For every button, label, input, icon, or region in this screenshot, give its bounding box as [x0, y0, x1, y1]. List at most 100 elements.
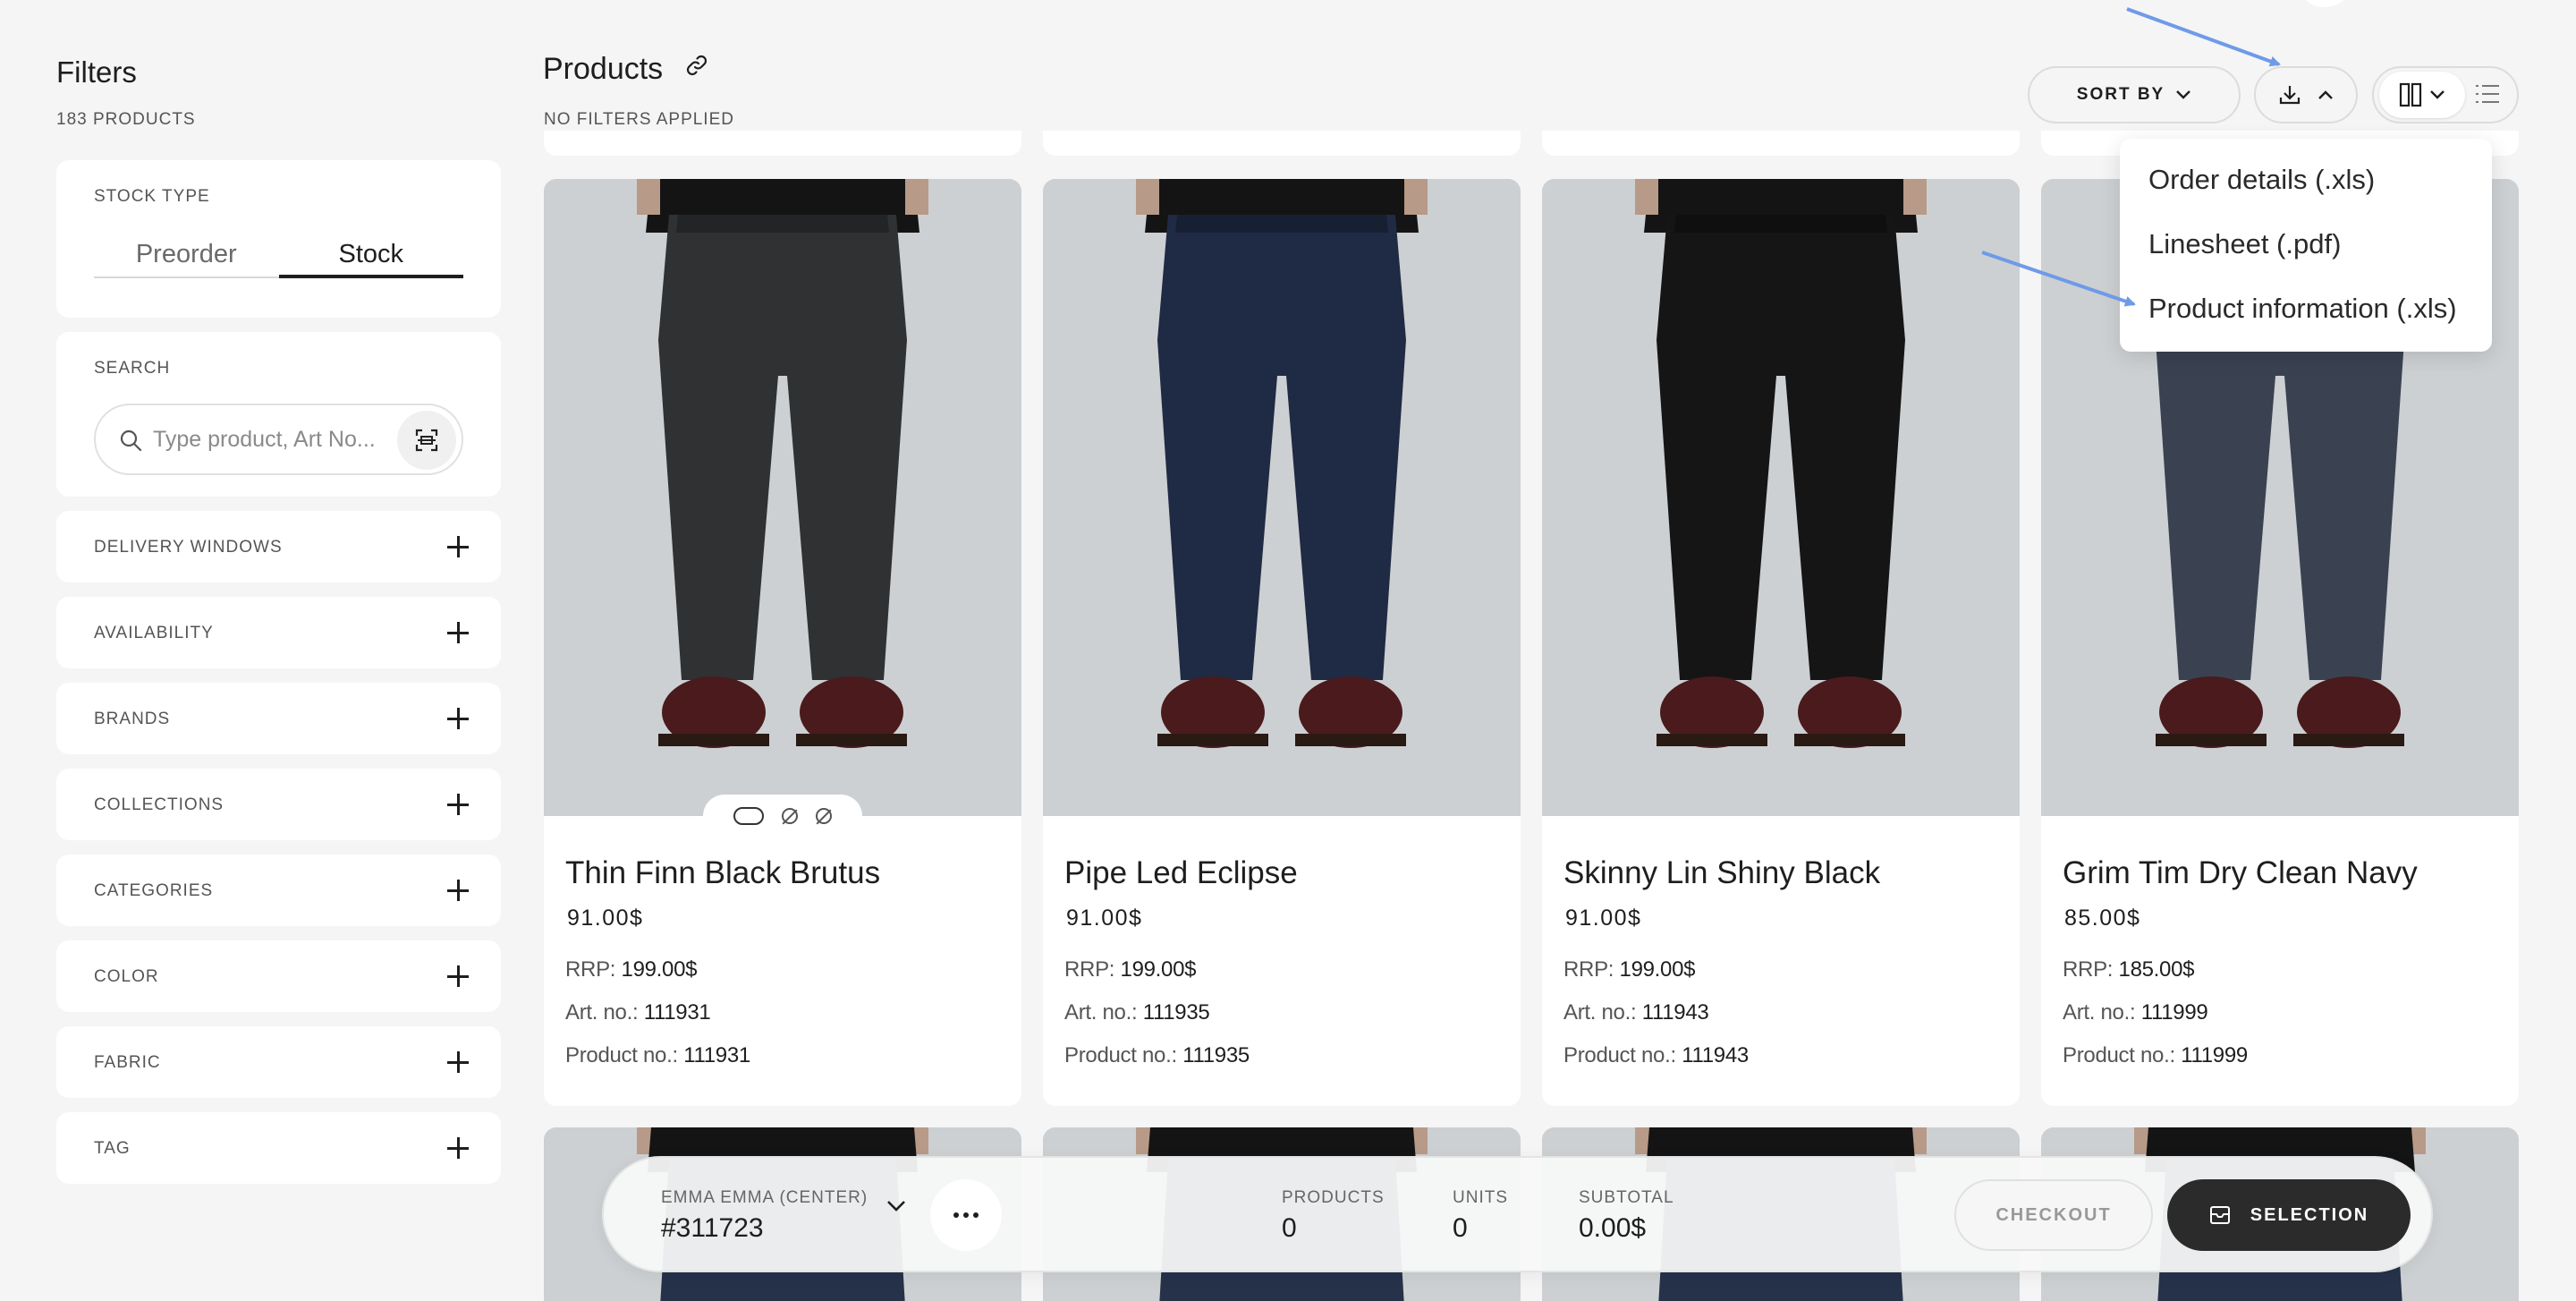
stock-type-label: STOCK TYPE — [94, 187, 210, 206]
sort-by-button[interactable]: SORT BY — [2028, 66, 2241, 123]
filter-tag[interactable]: TAG — [56, 1112, 501, 1184]
product-count: 183 PRODUCTS — [56, 110, 196, 129]
filter-categories[interactable]: CATEGORIES — [56, 855, 501, 926]
filter-label: TAG — [94, 1139, 131, 1158]
plus-icon[interactable] — [447, 536, 469, 557]
subtotal-label: SUBTOTAL — [1579, 1188, 1674, 1207]
filter-delivery-windows[interactable]: DELIVERY WINDOWS — [56, 511, 501, 582]
chevron-up-icon — [2318, 90, 2333, 99]
barcode-scan-button[interactable] — [397, 411, 456, 470]
search-label: SEARCH — [94, 359, 171, 378]
filter-brands[interactable]: BRANDS — [56, 683, 501, 754]
product-no: Product no.: 111935 — [1064, 1043, 1250, 1067]
order-number: #311723 — [661, 1213, 764, 1243]
filter-label: BRANDS — [94, 710, 171, 728]
plus-icon[interactable] — [447, 1137, 469, 1159]
filter-color[interactable]: COLOR — [56, 940, 501, 1012]
product-name[interactable]: Thin Finn Black Brutus — [565, 855, 880, 891]
swatch-selected[interactable] — [733, 807, 764, 825]
checkout-button[interactable]: CHECKOUT — [1954, 1179, 2153, 1251]
page-title: Products — [543, 52, 664, 86]
plus-icon[interactable] — [447, 880, 469, 901]
filter-label: COLLECTIONS — [94, 795, 225, 814]
stock-type-panel: STOCK TYPE Preorder Stock — [56, 160, 501, 318]
product-rrp: RRP: 199.00$ — [565, 957, 698, 982]
filters-status: NO FILTERS APPLIED — [544, 110, 734, 129]
menu-item-product-information[interactable]: Product information (.xls) — [2148, 293, 2457, 325]
download-button[interactable] — [2254, 66, 2358, 123]
units-label: UNITS — [1453, 1188, 1508, 1207]
filter-label: FABRIC — [94, 1053, 161, 1072]
menu-item-linesheet[interactable]: Linesheet (.pdf) — [2148, 228, 2341, 260]
plus-icon[interactable] — [447, 1051, 469, 1073]
chevron-down-icon[interactable] — [886, 1199, 907, 1213]
chevron-down-icon — [2176, 90, 2191, 99]
product-art-no: Art. no.: 111935 — [1064, 1000, 1210, 1025]
filter-label: CATEGORIES — [94, 881, 214, 900]
more-icon — [953, 1212, 959, 1218]
search-panel: SEARCH — [56, 332, 501, 497]
product-rrp: RRP: 185.00$ — [2063, 957, 2195, 982]
product-name[interactable]: Grim Tim Dry Clean Navy — [2063, 855, 2418, 891]
plus-icon[interactable] — [447, 794, 469, 815]
product-rrp: RRP: 199.00$ — [1064, 957, 1197, 982]
list-view-icon[interactable] — [2474, 82, 2501, 106]
filter-fabric[interactable]: FABRIC — [56, 1026, 501, 1098]
stock-type-toggle: Preorder Stock — [94, 237, 463, 278]
product-price: 91.00$ — [567, 906, 644, 931]
stock-type-preorder[interactable]: Preorder — [94, 237, 279, 276]
chevron-down-icon — [2430, 90, 2445, 99]
selection-button[interactable]: SELECTION — [2167, 1179, 2411, 1251]
link-icon[interactable] — [683, 52, 710, 79]
product-image[interactable] — [1542, 179, 2020, 816]
card-strip — [1542, 131, 2020, 156]
product-price: 91.00$ — [1565, 906, 1642, 931]
filter-collections[interactable]: COLLECTIONS — [56, 769, 501, 840]
selection-label: SELECTION — [2250, 1204, 2369, 1225]
filters-title: Filters — [56, 55, 137, 89]
search-box — [94, 404, 463, 475]
product-image[interactable] — [1043, 179, 1521, 816]
swatch[interactable] — [782, 808, 798, 824]
product-card[interactable]: Pipe Led Eclipse 91.00$ RRP: 199.00$ Art. n… — [1043, 179, 1521, 1106]
products-label: PRODUCTS — [1282, 1188, 1385, 1207]
product-price: 85.00$ — [2064, 906, 2141, 931]
filter-label: DELIVERY WINDOWS — [94, 538, 283, 557]
menu-item-order-details[interactable]: Order details (.xls) — [2148, 164, 2375, 196]
annotation-arrow — [2126, 7, 2281, 67]
plus-icon[interactable] — [447, 965, 469, 987]
product-image[interactable] — [544, 179, 1021, 816]
stock-type-stock[interactable]: Stock — [278, 237, 463, 278]
product-art-no: Art. no.: 111943 — [1563, 1000, 1709, 1025]
filter-label: COLOR — [94, 967, 159, 986]
plus-icon[interactable] — [447, 708, 469, 729]
card-strip — [544, 131, 1021, 156]
product-art-no: Art. no.: 111931 — [565, 1000, 711, 1025]
image-swatches — [703, 795, 862, 838]
swatch[interactable] — [816, 808, 832, 824]
selection-icon — [2209, 1206, 2230, 1224]
product-card[interactable]: Thin Finn Black Brutus 91.00$ RRP: 199.00$… — [544, 179, 1021, 1106]
subtotal-value: 0.00$ — [1579, 1213, 1647, 1243]
view-toggle — [2372, 66, 2519, 123]
download-icon — [2279, 86, 2301, 105]
product-price: 91.00$ — [1066, 906, 1143, 931]
more-options-button[interactable] — [930, 1179, 1002, 1251]
order-bottom-bar: EMMA EMMA (CENTER) #311723 PRODUCTS 0 UN… — [602, 1156, 2433, 1272]
product-card[interactable]: Skinny Lin Shiny Black 91.00$ RRP: 199.00$… — [1542, 179, 2020, 1106]
grid-view-button[interactable] — [2379, 72, 2465, 118]
search-input[interactable] — [153, 421, 394, 457]
filter-label: AVAILABILITY — [94, 624, 214, 642]
download-menu: Order details (.xls) Linesheet (.pdf) Pr… — [2120, 139, 2492, 352]
product-rrp: RRP: 199.00$ — [1563, 957, 1696, 982]
card-strip — [1043, 131, 1521, 156]
product-no: Product no.: 111943 — [1563, 1043, 1749, 1067]
product-name[interactable]: Pipe Led Eclipse — [1064, 855, 1298, 891]
grid-view-icon — [2399, 82, 2422, 107]
top-avatar-button[interactable] — [2295, 0, 2354, 7]
product-name[interactable]: Skinny Lin Shiny Black — [1563, 855, 1880, 891]
customer-label: EMMA EMMA (CENTER) — [661, 1188, 869, 1207]
filter-availability[interactable]: AVAILABILITY — [56, 597, 501, 668]
sort-by-label: SORT BY — [2076, 85, 2165, 104]
plus-icon[interactable] — [447, 622, 469, 643]
